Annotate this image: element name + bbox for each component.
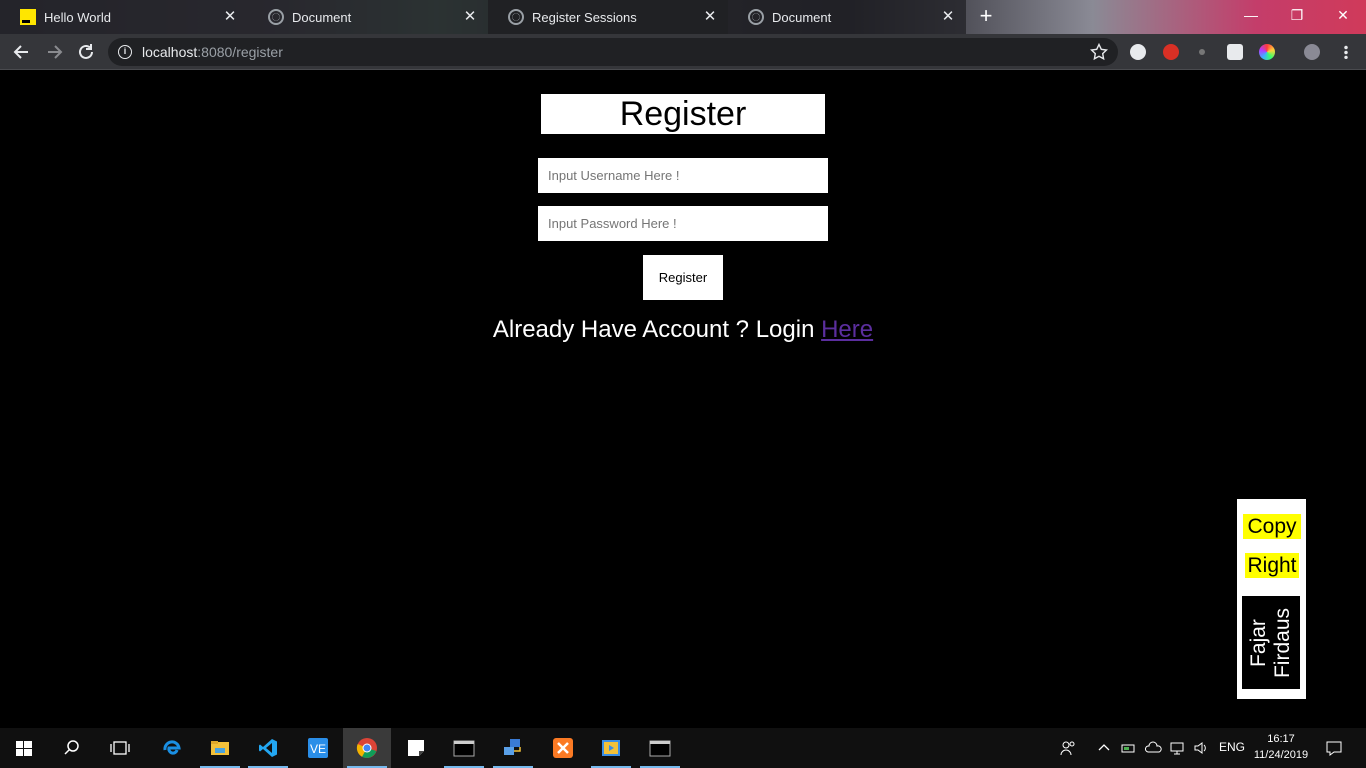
tab-title: Document bbox=[772, 9, 832, 25]
chevron-up-icon[interactable] bbox=[1097, 740, 1111, 756]
vb-app-icon: VE bbox=[308, 738, 328, 758]
globe-icon bbox=[748, 9, 764, 25]
xampp-icon bbox=[553, 738, 573, 758]
url-host: localhost bbox=[142, 44, 198, 60]
close-icon[interactable]: ✕ bbox=[460, 7, 480, 27]
register-button[interactable]: Register bbox=[643, 255, 723, 300]
tab-title: Document bbox=[292, 9, 352, 25]
task-view-icon bbox=[110, 741, 130, 755]
page-content: Register Register Already Have Account ?… bbox=[0, 70, 1366, 728]
taskbar-terminal-2[interactable] bbox=[636, 728, 684, 768]
copyright-badge: Copy Right Fajar Firdaus bbox=[1237, 499, 1306, 699]
clock[interactable]: 16:17 11/24/2019 bbox=[1248, 731, 1314, 763]
close-icon[interactable]: ✕ bbox=[938, 7, 958, 27]
close-window-button[interactable]: ✕ bbox=[1320, 0, 1366, 30]
tab-register-sessions[interactable]: Register Sessions ✕ bbox=[488, 0, 728, 34]
login-prompt-text: Already Have Account ? Login bbox=[492, 316, 822, 343]
svg-text:VE: VE bbox=[310, 742, 326, 756]
extension-s-icon[interactable] bbox=[1227, 44, 1243, 60]
globe-icon bbox=[508, 9, 524, 25]
taskbar-network-tool[interactable] bbox=[489, 728, 537, 768]
windows-logo-icon bbox=[16, 741, 32, 756]
clock-time: 16:17 bbox=[1267, 733, 1295, 745]
task-view-button[interactable] bbox=[96, 728, 144, 768]
notification-center-icon[interactable] bbox=[1325, 740, 1343, 756]
tab-hello-world[interactable]: Hello World ✕ bbox=[0, 0, 248, 34]
tab-title: Register Sessions bbox=[532, 9, 637, 25]
browser-tab-strip: Hello World ✕ Document ✕ Register Sessio… bbox=[0, 0, 1366, 34]
password-input[interactable] bbox=[538, 206, 828, 241]
arrow-left-icon bbox=[13, 45, 28, 59]
username-input[interactable] bbox=[538, 158, 828, 193]
back-button[interactable] bbox=[8, 39, 36, 65]
vscode-icon bbox=[259, 739, 277, 757]
url-path: :8080/register bbox=[197, 44, 283, 60]
author-name: Fajar Firdaus bbox=[1247, 607, 1294, 678]
restore-button[interactable]: ❐ bbox=[1274, 0, 1320, 30]
arrow-right-icon bbox=[48, 45, 63, 59]
edge-icon bbox=[163, 740, 181, 755]
network-computer-icon bbox=[504, 739, 521, 755]
login-link[interactable]: Here bbox=[821, 316, 873, 343]
terminal-icon bbox=[649, 740, 671, 757]
taskbar-media-player[interactable] bbox=[587, 728, 635, 768]
taskbar-edge[interactable] bbox=[148, 728, 196, 768]
new-tab-button[interactable]: + bbox=[974, 5, 998, 29]
author-name-box: Fajar Firdaus bbox=[1242, 596, 1300, 689]
taskbar: VE ENG 16:17 11/24/2019 bbox=[0, 728, 1366, 768]
bookmark-star-icon[interactable] bbox=[1090, 43, 1108, 61]
onedrive-icon[interactable] bbox=[1144, 740, 1163, 756]
menu-dots-icon[interactable] bbox=[1344, 45, 1348, 59]
volume-icon[interactable] bbox=[1193, 740, 1209, 756]
browser-toolbar: i localhost:8080/register bbox=[0, 34, 1366, 70]
tab-title: Hello World bbox=[44, 9, 111, 25]
battery-icon[interactable] bbox=[1121, 740, 1137, 756]
close-icon[interactable]: ✕ bbox=[220, 7, 240, 27]
tab-document-2[interactable]: Document ✕ bbox=[728, 0, 966, 34]
url-text[interactable]: localhost:8080/register bbox=[142, 44, 283, 60]
forward-button[interactable] bbox=[40, 39, 68, 65]
copyright-right-label: Right bbox=[1245, 553, 1299, 578]
search-button[interactable] bbox=[48, 728, 96, 768]
page-title: Register bbox=[541, 94, 825, 134]
terminal-icon bbox=[453, 740, 475, 757]
taskbar-vb[interactable]: VE bbox=[294, 728, 342, 768]
copyright-copy-label: Copy bbox=[1243, 514, 1301, 539]
extension-eye-icon[interactable] bbox=[1130, 44, 1146, 60]
search-icon bbox=[64, 740, 79, 755]
address-bar[interactable]: i localhost:8080/register bbox=[108, 38, 1118, 66]
network-icon[interactable] bbox=[1169, 740, 1185, 756]
taskbar-terminal-1[interactable] bbox=[440, 728, 488, 768]
info-icon[interactable]: i bbox=[118, 45, 132, 59]
sticky-note-icon bbox=[408, 740, 424, 756]
clock-date: 11/24/2019 bbox=[1253, 749, 1309, 761]
profile-avatar[interactable] bbox=[1304, 44, 1320, 60]
taskbar-chrome[interactable] bbox=[343, 728, 391, 768]
tab-document-1[interactable]: Document ✕ bbox=[248, 0, 488, 34]
taskbar-xampp[interactable] bbox=[539, 728, 587, 768]
close-icon[interactable]: ✕ bbox=[700, 7, 720, 27]
folder-icon bbox=[211, 741, 229, 755]
reload-icon bbox=[79, 44, 93, 59]
taskbar-sticky-notes[interactable] bbox=[392, 728, 440, 768]
globe-icon bbox=[268, 9, 284, 25]
taskbar-file-explorer[interactable] bbox=[196, 728, 244, 768]
media-player-icon bbox=[602, 740, 620, 756]
chrome-icon bbox=[356, 738, 377, 758]
extension-color-icon[interactable] bbox=[1259, 44, 1275, 60]
people-icon[interactable] bbox=[1060, 740, 1076, 756]
start-button[interactable] bbox=[0, 728, 48, 768]
language-indicator[interactable]: ENG bbox=[1219, 740, 1245, 756]
extension-dot-icon[interactable] bbox=[1199, 49, 1205, 55]
taskbar-vscode[interactable] bbox=[244, 728, 292, 768]
minimize-button[interactable]: — bbox=[1228, 0, 1274, 30]
yellow-logo-icon bbox=[20, 9, 36, 25]
login-prompt: Already Have Account ? Login Here bbox=[0, 316, 1366, 344]
extension-block-icon[interactable] bbox=[1163, 44, 1179, 60]
reload-button[interactable] bbox=[72, 39, 100, 65]
